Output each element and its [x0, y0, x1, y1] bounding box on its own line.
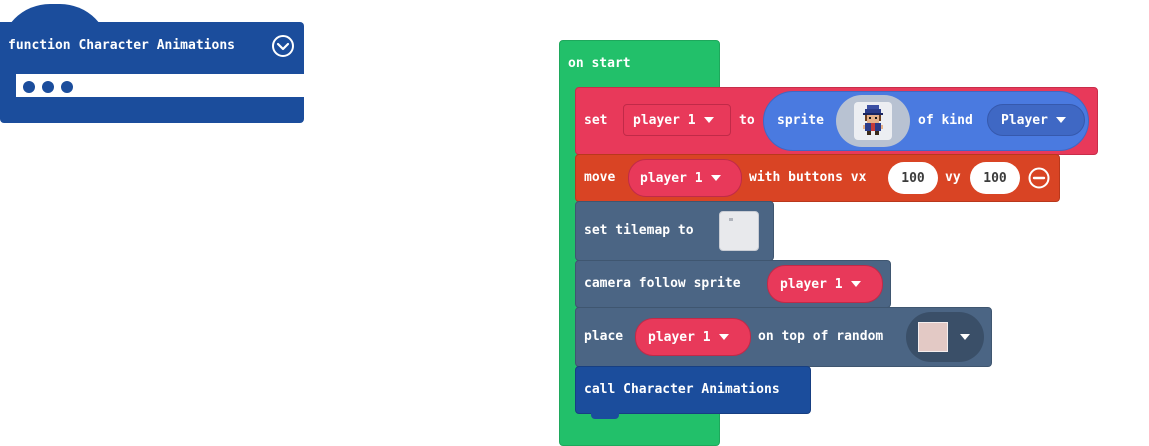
move-label: move [584, 170, 616, 185]
sprite-image-icon[interactable] [836, 95, 910, 147]
chevron-down-circle-icon[interactable] [271, 34, 295, 58]
caret-down-icon [960, 334, 970, 340]
caret-down-icon [703, 117, 714, 123]
set-label: set [584, 113, 608, 128]
set-tilemap-label: set tilemap to [584, 223, 694, 238]
vy-input[interactable]: 100 [970, 162, 1020, 194]
function-block[interactable]: function Character Animations [0, 0, 304, 124]
variable-name: player 1 [780, 276, 843, 292]
caret-down-icon [718, 334, 729, 340]
kind-dropdown[interactable]: Player [987, 104, 1085, 136]
variable-dropdown-set[interactable]: player 1 [623, 104, 731, 136]
call-block-tab [591, 413, 619, 419]
function-slot-left [0, 70, 16, 100]
tile-swatch-icon [918, 322, 948, 352]
variable-dropdown-move[interactable]: player 1 [628, 159, 742, 197]
sprite-label: sprite [777, 113, 824, 128]
on-top-label: on top of random [758, 329, 884, 344]
of-kind-label: of kind [918, 113, 973, 128]
variable-name: player 1 [633, 112, 696, 128]
variable-name: player 1 [640, 170, 703, 186]
kind-name: Player [1001, 112, 1048, 128]
caret-down-icon [710, 175, 721, 181]
workspace-canvas[interactable]: function Character Animations on start s… [0, 0, 1149, 446]
to-label: to [739, 113, 755, 128]
variable-dropdown-camera[interactable]: player 1 [767, 265, 883, 303]
tile-dropdown[interactable] [906, 312, 984, 362]
on-start-label: on start [568, 56, 631, 71]
variable-dropdown-place[interactable]: player 1 [635, 318, 751, 356]
with-buttons-label: with buttons vx [749, 170, 867, 185]
place-label: place [584, 329, 624, 344]
vy-label: vy [945, 170, 961, 185]
function-footer [0, 97, 304, 123]
caret-down-icon [1055, 117, 1066, 123]
minus-circle-icon[interactable] [1028, 167, 1050, 189]
ellipsis-icon[interactable] [22, 79, 78, 93]
tilemap-thumbnail-icon[interactable] [719, 211, 759, 251]
camera-label: camera follow sprite [584, 276, 741, 291]
variable-name: player 1 [648, 329, 711, 345]
caret-down-icon [850, 281, 861, 287]
vx-input[interactable]: 100 [888, 162, 938, 194]
function-title: function Character Animations [8, 38, 235, 53]
call-label: call Character Animations [584, 382, 780, 397]
